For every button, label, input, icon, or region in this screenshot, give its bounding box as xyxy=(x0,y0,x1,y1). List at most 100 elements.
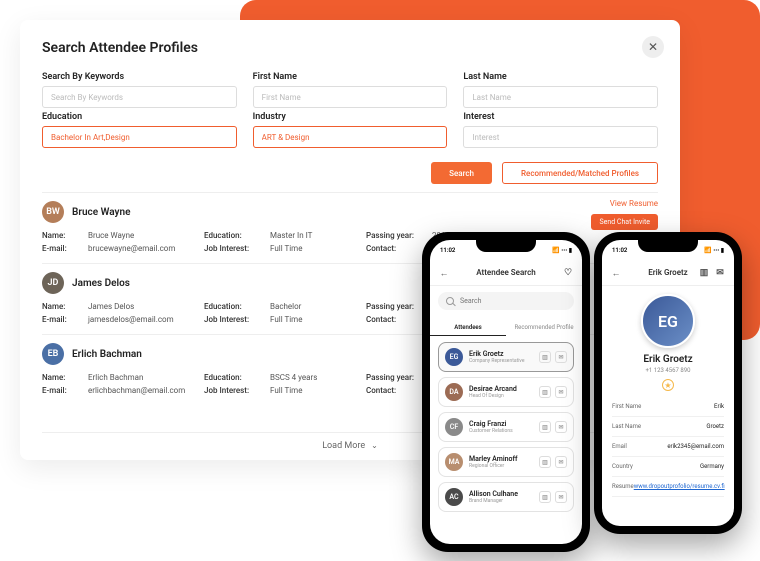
item-actions: ▥ ✉ xyxy=(539,456,567,468)
profile-field-list: First NameErik Last Name Groetz Email erik23… xyxy=(612,397,724,497)
label-industry: Industry xyxy=(253,112,448,122)
tab-attendees[interactable]: Attendees xyxy=(430,320,506,336)
avatar: MA xyxy=(445,453,463,471)
tab-recommended[interactable]: Recommended Profile xyxy=(506,320,582,336)
profile-name: Erik Groetz xyxy=(612,354,724,365)
education-input[interactable] xyxy=(42,126,237,148)
label-last: Last Name xyxy=(463,72,658,82)
badge-icon: ★ xyxy=(662,379,674,391)
chat-icon[interactable]: ✉ xyxy=(714,267,726,279)
field-value: Germany xyxy=(700,463,724,470)
phone-notch xyxy=(638,240,698,252)
last-name-input[interactable] xyxy=(463,86,658,108)
phone-title: Erik Groetz xyxy=(648,268,687,277)
field-key: Country xyxy=(612,463,633,470)
phone-list-item[interactable]: AC Allison CulhaneBrand Manager ▥ ✉ xyxy=(438,482,574,512)
item-name: Erik Groetz xyxy=(469,350,533,358)
label-interest: Interest xyxy=(463,112,658,122)
send-chat-button[interactable]: Send Chat Invite xyxy=(591,214,658,230)
video-icon[interactable]: ▥ xyxy=(539,421,551,433)
video-icon[interactable]: ▥ xyxy=(539,491,551,503)
chat-icon[interactable]: ✉ xyxy=(555,351,567,363)
phone-header: ← Attendee Search ♡ xyxy=(430,260,582,286)
back-icon[interactable]: ← xyxy=(610,267,622,279)
view-resume-link[interactable]: View Resume xyxy=(610,199,658,208)
label-education: Education xyxy=(42,112,237,122)
phone-tabs: Attendees Recommended Profile xyxy=(430,320,582,336)
profile-field: Country Germany xyxy=(612,457,724,477)
avatar: DA xyxy=(445,383,463,401)
field-value: Groetz xyxy=(706,423,724,430)
phone-list-item[interactable]: EG Erik GroetzCompany Representative ▥ ✉ xyxy=(438,342,574,372)
first-name-input[interactable] xyxy=(253,86,448,108)
phone-profile: 11:02 📶 ⋯ ▮ ← Erik Groetz ▥ ✉ EG Erik Gr… xyxy=(594,232,742,534)
back-icon[interactable]: ← xyxy=(438,267,450,279)
industry-input[interactable] xyxy=(253,126,448,148)
item-actions: ▥ ✉ xyxy=(539,421,567,433)
search-button[interactable]: Search xyxy=(431,162,492,184)
field-value[interactable]: www.dropoutprofolio/resume.cv.fi xyxy=(634,483,725,490)
avatar: AC xyxy=(445,488,463,506)
phone-search: 11:02 📶 ⋯ ▮ ← Attendee Search ♡ Attendee… xyxy=(422,232,590,552)
avatar: JD xyxy=(42,272,64,294)
keywords-input[interactable] xyxy=(42,86,237,108)
item-actions: ▥ ✉ xyxy=(539,491,567,503)
avatar: EB xyxy=(42,343,64,365)
panel-title: Search Attendee Profiles xyxy=(42,40,658,56)
field-value: erik2345@email.com xyxy=(667,443,724,450)
phone-list-item[interactable]: DA Desirae ArcandHead Of Design ▥ ✉ xyxy=(438,377,574,407)
chevron-down-icon: ⌄ xyxy=(371,441,378,450)
profile-field: Last Name Groetz xyxy=(612,417,724,437)
phone-list-item[interactable]: CF Craig FranziCustomer Relations ▥ ✉ xyxy=(438,412,574,442)
status-time: 11:02 xyxy=(440,247,455,254)
chat-icon[interactable]: ✉ xyxy=(555,456,567,468)
filter-grid: Search By Keywords First Name Last Name … xyxy=(42,72,658,148)
video-icon[interactable]: ▥ xyxy=(539,351,551,363)
chat-icon[interactable]: ✉ xyxy=(555,421,567,433)
item-role: Company Representative xyxy=(469,358,533,364)
attendee-name: Bruce Wayne xyxy=(72,207,130,218)
item-name: Marley Aminoff xyxy=(469,455,533,463)
avatar: BW xyxy=(42,201,64,223)
close-button[interactable]: ✕ xyxy=(642,36,664,58)
status-time: 11:02 xyxy=(612,247,627,254)
profile-body: EG Erik Groetz +1 123 4567 890 ★ First N… xyxy=(602,286,734,526)
field-key: Last Name xyxy=(612,423,641,430)
item-name: Desirae Arcand xyxy=(469,385,533,393)
phone-list-item[interactable]: MA Marley AminoffRegional Officer ▥ ✉ xyxy=(438,447,574,477)
profile-avatar: EG xyxy=(641,294,695,348)
phone-header: ← Erik Groetz ▥ ✉ xyxy=(602,260,734,286)
avatar: EG xyxy=(445,348,463,366)
profile-phone: +1 123 4567 890 xyxy=(612,367,724,374)
chat-icon[interactable]: ✉ xyxy=(555,386,567,398)
attendee-name: Erlich Bachman xyxy=(72,349,142,360)
attendee-name: James Delos xyxy=(72,278,130,289)
video-icon[interactable]: ▥ xyxy=(539,386,551,398)
status-icons: 📶 ⋯ ▮ xyxy=(704,247,724,254)
label-first: First Name xyxy=(253,72,448,82)
item-name: Allison Culhane xyxy=(469,490,533,498)
item-actions: ▥ ✉ xyxy=(539,386,567,398)
phone-search-field[interactable] xyxy=(438,292,574,310)
item-role: Regional Officer xyxy=(469,463,533,469)
phone-search-input[interactable] xyxy=(460,297,566,305)
profile-field: Resumewww.dropoutprofolio/resume.cv.fi xyxy=(612,477,724,497)
phone-attendee-list: EG Erik GroetzCompany Representative ▥ ✉… xyxy=(430,336,582,544)
recommended-button[interactable]: Recommended/Matched Profiles xyxy=(502,162,658,184)
item-name: Craig Franzi xyxy=(469,420,533,428)
field-key: Resume xyxy=(612,483,634,490)
field-key: Email xyxy=(612,443,627,450)
item-role: Head Of Design xyxy=(469,393,533,399)
video-icon[interactable]: ▥ xyxy=(698,267,710,279)
avatar: CF xyxy=(445,418,463,436)
chat-icon[interactable]: ✉ xyxy=(555,491,567,503)
item-role: Customer Relations xyxy=(469,428,533,434)
video-icon[interactable]: ▥ xyxy=(539,456,551,468)
field-value: Erik xyxy=(714,403,724,410)
label-keywords: Search By Keywords xyxy=(42,72,237,82)
action-row: Search Recommended/Matched Profiles xyxy=(42,162,658,184)
interest-input[interactable] xyxy=(463,126,658,148)
profile-field: First NameErik xyxy=(612,397,724,417)
search-icon xyxy=(446,297,454,305)
filter-icon[interactable]: ♡ xyxy=(562,267,574,279)
